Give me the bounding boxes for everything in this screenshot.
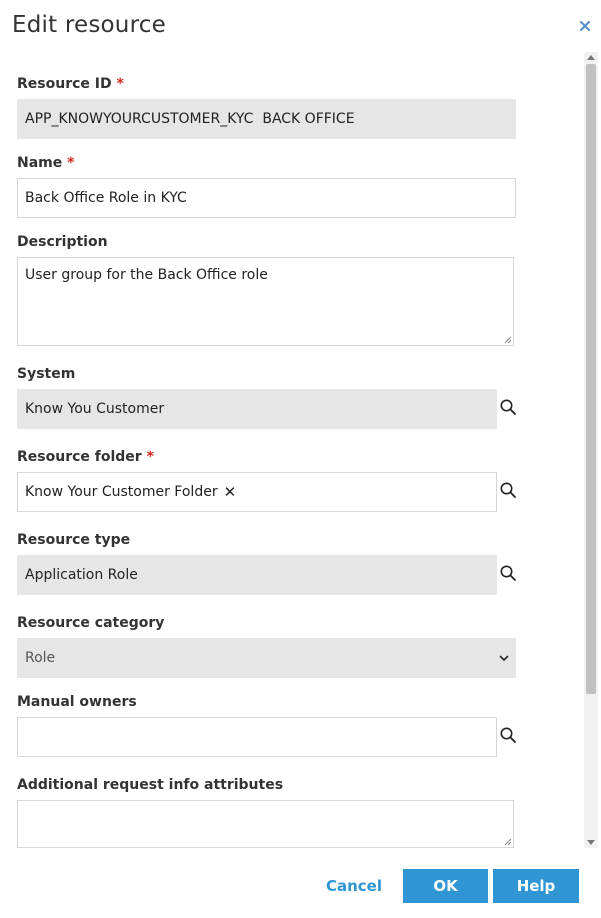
- resize-grip-icon[interactable]: [504, 336, 512, 344]
- system-label: System: [17, 366, 76, 382]
- name-input[interactable]: Back Office Role in KYC: [17, 178, 516, 218]
- additional-request-info-label: Additional request info attributes: [17, 777, 284, 793]
- dialog-title: Edit resource: [12, 12, 166, 38]
- manual-owners-input[interactable]: [17, 717, 497, 757]
- resource-category-label: Resource category: [17, 615, 165, 631]
- resource-id-field: APP_KNOWYOURCUSTOMER_KYC BACK OFFICE: [17, 99, 516, 139]
- manual-owners-label: Manual owners: [17, 694, 137, 710]
- resource-folder-chip: Know Your Customer Folder: [25, 484, 218, 500]
- resource-folder-label: Resource folder *: [17, 449, 154, 465]
- scrollbar[interactable]: [584, 52, 598, 848]
- resource-category-select[interactable]: Role: [17, 638, 516, 678]
- resource-folder-field[interactable]: Know Your Customer Folder ✕: [17, 472, 497, 512]
- additional-request-info-textarea[interactable]: [17, 800, 514, 848]
- scroll-up-icon[interactable]: [587, 54, 595, 60]
- resource-id-label: Resource ID *: [17, 76, 124, 92]
- scroll-down-icon[interactable]: [587, 840, 595, 846]
- system-field: Know You Customer: [17, 389, 497, 429]
- resource-type-label: Resource type: [17, 532, 131, 548]
- description-label: Description: [17, 234, 108, 250]
- description-textarea[interactable]: User group for the Back Office role: [17, 257, 514, 346]
- search-icon[interactable]: [499, 398, 517, 416]
- resize-grip-icon[interactable]: [504, 838, 512, 846]
- chevron-down-icon: [499, 655, 509, 662]
- scroll-thumb[interactable]: [586, 64, 596, 694]
- ok-button[interactable]: OK: [403, 869, 488, 903]
- resource-type-field: Application Role: [17, 555, 497, 595]
- remove-icon[interactable]: ✕: [224, 483, 237, 501]
- close-icon[interactable]: [578, 19, 592, 33]
- search-icon[interactable]: [499, 726, 517, 744]
- search-icon[interactable]: [499, 564, 517, 582]
- cancel-button[interactable]: Cancel: [318, 869, 390, 903]
- name-label: Name *: [17, 155, 75, 171]
- help-button[interactable]: Help: [493, 869, 579, 903]
- search-icon[interactable]: [499, 481, 517, 499]
